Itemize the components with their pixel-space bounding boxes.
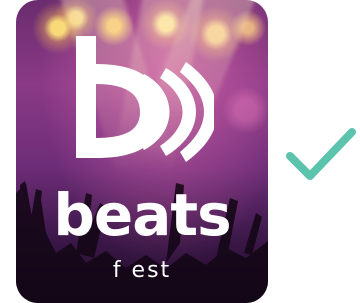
brand-name: beats bbox=[53, 181, 231, 249]
checkmark-icon bbox=[286, 128, 356, 180]
app-icon: beats f est bbox=[16, 0, 268, 303]
brand-tagline: f est bbox=[112, 258, 172, 283]
play-waves-logo-icon bbox=[76, 36, 214, 162]
